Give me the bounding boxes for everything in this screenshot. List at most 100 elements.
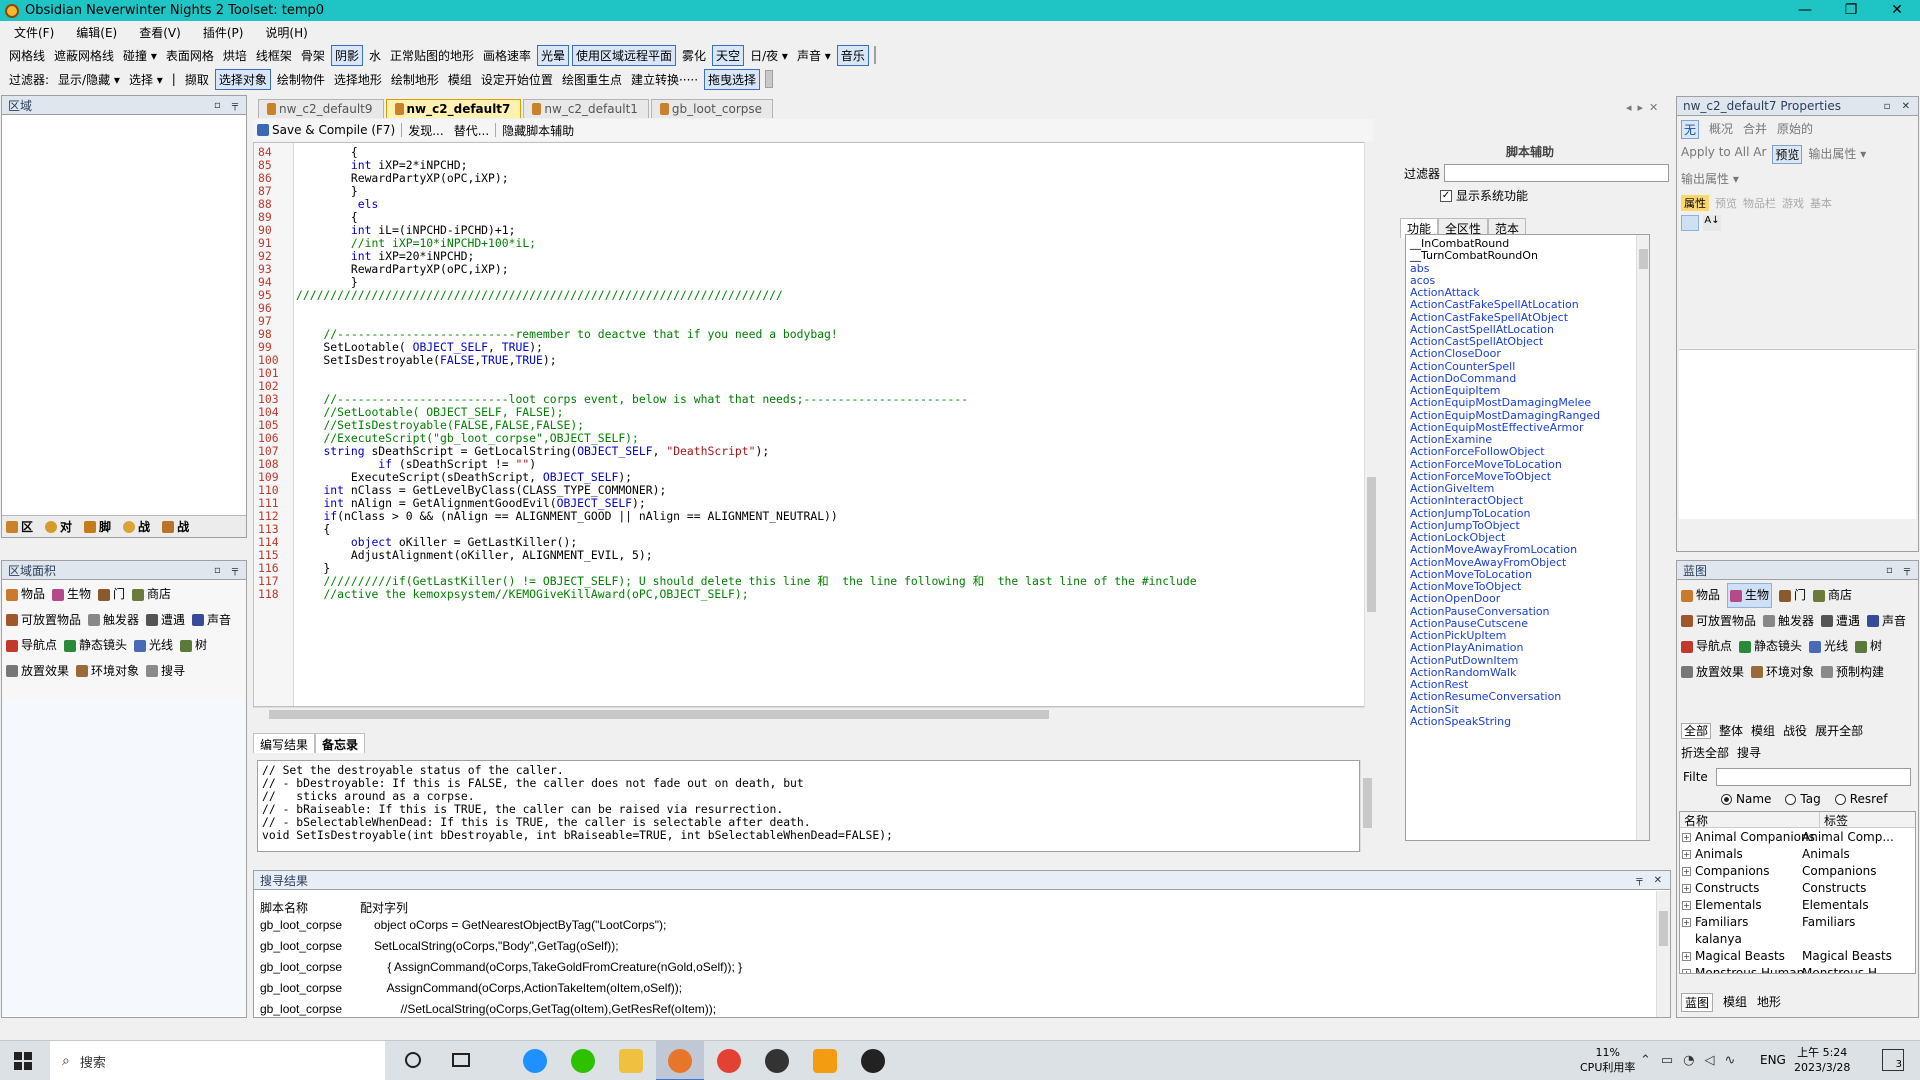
start-icon[interactable] — [14, 1052, 32, 1070]
notes-vscroll[interactable] — [1360, 760, 1374, 852]
taskbar-search[interactable]: ⌕ 搜索 — [50, 1041, 385, 1080]
function-list-item[interactable]: ActionSpeakString — [1410, 715, 1649, 728]
blueprint-filter-button[interactable]: 模组 — [1751, 724, 1775, 738]
palette-item[interactable]: 光线 — [134, 634, 173, 657]
tab-preview[interactable]: 预览 — [1715, 195, 1737, 211]
code-vscroll[interactable] — [1364, 142, 1378, 707]
menu-help[interactable]: 说明(H) — [265, 24, 307, 41]
pin-icon[interactable]: ▫ ╤ — [214, 565, 242, 576]
cortana-icon[interactable] — [405, 1052, 421, 1068]
blueprint-tree[interactable]: 名称 标签 + Animal Companions Animal Comp... + A… — [1679, 811, 1916, 974]
blueprint-tree-row[interactable]: + Elementals Elementals — [1682, 898, 1912, 912]
palette-item[interactable]: 遭遇 — [146, 609, 185, 632]
help-app-icon[interactable] — [813, 1049, 837, 1073]
function-list-item[interactable]: ActionMoveAwayFromObject — [1410, 556, 1649, 569]
palette-item[interactable]: 商店 — [1813, 584, 1852, 607]
result-row[interactable]: gb_loot_corpse //SetLocalString(oCorps,G… — [260, 1001, 716, 1018]
save-compile-button[interactable]: Save & Compile (F7) — [257, 123, 395, 137]
palette-item[interactable]: 静态镜头 — [64, 634, 127, 657]
menu-file[interactable]: 文件(F) — [14, 24, 54, 41]
toolbar-button[interactable]: 声音 ▾ — [794, 46, 834, 65]
function-list-item[interactable]: ActionCastFakeSpellAtLocation — [1410, 298, 1649, 311]
pin-icon[interactable]: ▫ ╤ — [1886, 565, 1914, 576]
palette-item[interactable]: 触发器 — [1763, 610, 1814, 633]
function-list-item[interactable]: ActionForceMoveToLocation — [1410, 458, 1649, 471]
tab-scripts[interactable]: 脚 — [84, 518, 111, 535]
file-explorer-icon[interactable] — [619, 1049, 643, 1073]
blueprint-filter-button[interactable]: 展开全部 — [1815, 724, 1863, 738]
result-row[interactable]: gb_loot_corpse { AssignCommand(oCorps,Ta… — [260, 959, 742, 976]
tab-inventory[interactable]: 物品栏 — [1743, 195, 1776, 211]
palette-item[interactable]: 搜寻 — [146, 660, 185, 683]
palette-item[interactable]: 放置效果 — [6, 660, 69, 683]
toolbar-button[interactable]: 日/夜 ▾ — [747, 46, 791, 65]
toolbar-button[interactable]: 网格线 — [6, 46, 48, 65]
toolbar-button[interactable]: 绘制地形 — [388, 70, 442, 89]
palette-item[interactable]: 声音 — [192, 609, 231, 632]
preview-button[interactable]: 预览 — [1772, 145, 1803, 164]
expand-icon[interactable]: + — [1682, 918, 1691, 927]
function-list-item[interactable]: ActionOpenDoor — [1410, 592, 1649, 605]
categorized-icon[interactable] — [1681, 215, 1699, 231]
apply-to-all-button[interactable]: Apply to All Ar — [1681, 145, 1766, 164]
expand-icon[interactable]: + — [1682, 867, 1691, 876]
toolbar-button[interactable]: 设定开始位置 — [478, 70, 556, 89]
editor-tab[interactable]: gb_loot_corpse — [650, 99, 774, 118]
notification-icon[interactable]: 3 — [1882, 1049, 1904, 1071]
function-list-item[interactable]: ActionCastFakeSpellAtObject — [1410, 311, 1649, 324]
palette-item[interactable]: 门 — [1779, 584, 1806, 607]
function-list-item[interactable]: ActionPauseConversation — [1410, 605, 1649, 618]
blueprint-filter-button[interactable]: 整体 — [1719, 724, 1743, 738]
tray-icons[interactable]: ⌃▭◔◁∿ — [1640, 1053, 1745, 1068]
blueprint-tree-row[interactable]: + Animals Animals — [1682, 847, 1912, 861]
toolbar-button[interactable]: 显示/隐藏 ▾ — [55, 70, 123, 89]
notes-box[interactable]: // Set the destroyable status of the cal… — [257, 760, 1360, 852]
tab-basic[interactable]: 基本 — [1810, 195, 1832, 211]
tab-objects[interactable]: 对 — [45, 518, 72, 535]
palette-item[interactable]: 声音 — [1867, 610, 1906, 633]
function-list-item[interactable]: ActionPlayAnimation — [1410, 641, 1649, 654]
toolbar-button[interactable]: 音乐 — [836, 44, 869, 66]
blueprint-filter-input[interactable] — [1715, 768, 1911, 786]
palette-item[interactable]: 遭遇 — [1821, 610, 1860, 633]
code-line[interactable]: 96 — [254, 302, 1364, 315]
function-filter-input[interactable] — [1444, 164, 1670, 182]
expand-icon[interactable]: + — [1682, 884, 1691, 893]
toolbar-button[interactable]: 碰撞 ▾ — [120, 46, 160, 65]
expand-icon[interactable]: + — [1682, 952, 1691, 961]
export-props-dropdown[interactable]: 输出属性 ▾ — [1681, 170, 1918, 187]
function-list-item[interactable]: ActionEquipMostDamagingRanged — [1410, 409, 1649, 422]
toolbar-button[interactable]: 过滤器: — [6, 70, 52, 89]
prop-mode-merge[interactable]: 合并 — [1743, 120, 1767, 139]
toolbar-grip[interactable] — [873, 46, 876, 64]
alphabetical-icon[interactable]: A↓ — [1703, 215, 1721, 231]
edge-icon[interactable] — [523, 1049, 547, 1073]
toolbar-button[interactable]: 使用区域远程平面 — [572, 44, 677, 66]
export-props-button[interactable]: 输出属性 ▾ — [1808, 145, 1866, 164]
prop-mode-none[interactable]: 无 — [1681, 120, 1700, 139]
palette-item[interactable]: 商店 — [132, 583, 171, 606]
toolbar-button[interactable]: 绘制物件 — [274, 70, 328, 89]
clock[interactable]: 上午 5:24 2023/3/28 — [1794, 1045, 1850, 1075]
expand-icon[interactable]: + — [1682, 850, 1691, 859]
function-list-item[interactable]: ActionEquipMostDamagingMelee — [1410, 396, 1649, 409]
toolbar-button[interactable]: 选择地形 — [331, 70, 385, 89]
filter-radio[interactable]: Resref — [1834, 792, 1887, 806]
prop-mode-summary[interactable]: 概况 — [1709, 120, 1733, 139]
code-line[interactable]: 93 RewardPartyXP(oPC,iXP); — [254, 263, 1364, 276]
result-row[interactable]: gb_loot_corpse AssignCommand(oCorps,Acti… — [260, 980, 682, 997]
palette-content[interactable] — [2, 700, 246, 1016]
palette-item[interactable]: 环境对象 — [76, 660, 139, 683]
palette-item[interactable]: 可放置物品 — [6, 609, 81, 632]
palette-item[interactable]: 生物 — [52, 583, 91, 606]
function-list-item[interactable]: ActionForceFollowObject — [1410, 445, 1649, 458]
toolbar-button[interactable]: 正常贴图的地形 — [387, 46, 477, 65]
toolbar-button[interactable]: 拖曳选择 — [704, 68, 761, 90]
blueprint-filter-button[interactable]: 折迭全部 — [1681, 746, 1729, 760]
pin-icon[interactable]: ╤ ✕ — [1636, 875, 1666, 886]
code-line[interactable]: 101 — [254, 367, 1364, 380]
hide-script-assist-button[interactable]: 隐藏脚本辅助 — [502, 122, 574, 139]
palette-item[interactable]: 触发器 — [88, 609, 139, 632]
function-list-item[interactable]: ActionMoveAwayFromLocation — [1410, 543, 1649, 556]
code-line[interactable]: 87 } — [254, 185, 1364, 198]
